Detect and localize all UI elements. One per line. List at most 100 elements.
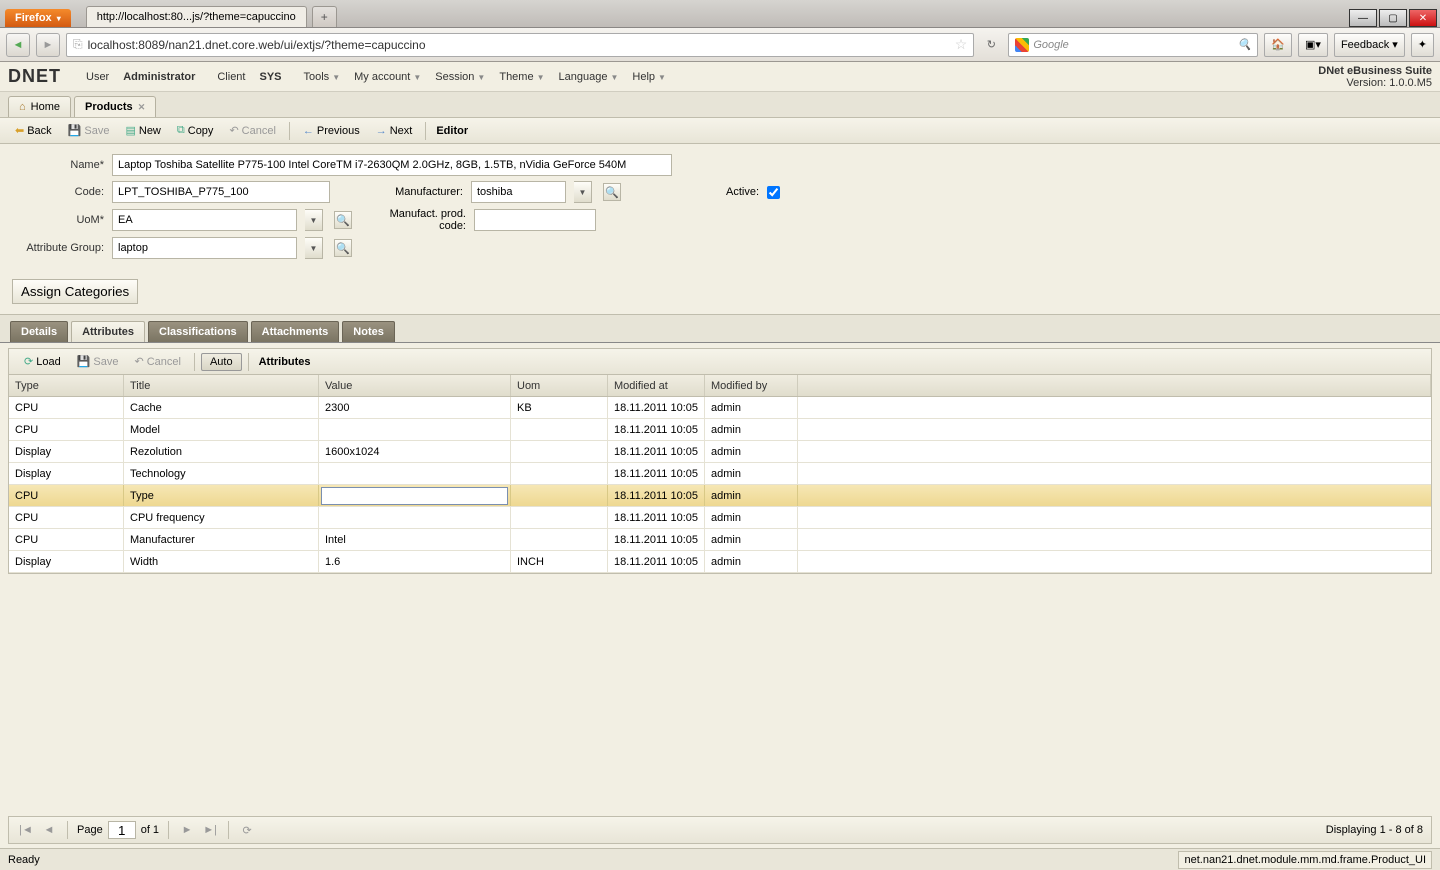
minimize-button[interactable]: — <box>1349 9 1377 27</box>
table-cell <box>511 419 608 440</box>
browser-tab[interactable]: http://localhost:80...js/?theme=capuccin… <box>86 6 307 27</box>
uom-lookup[interactable]: 🔍 <box>334 211 352 229</box>
next-button[interactable]: →Next <box>369 121 420 141</box>
bookmarks-button[interactable]: ▣▾ <box>1298 33 1328 57</box>
last-page-button[interactable]: ►| <box>201 821 219 839</box>
subtab-attachments[interactable]: Attachments <box>251 321 340 342</box>
menu-user-value[interactable]: Administrator <box>118 68 200 86</box>
subtab-classifications[interactable]: Classifications <box>148 321 248 342</box>
status-module: net.nan21.dnet.module.mm.md.frame.Produc… <box>1178 851 1432 869</box>
attrgrp-dropdown[interactable]: ▼ <box>305 237 323 259</box>
name-input[interactable] <box>112 154 672 176</box>
attrgrp-input[interactable] <box>112 237 297 259</box>
auto-button[interactable]: Auto <box>201 353 242 371</box>
google-icon <box>1015 38 1029 52</box>
table-cell: 18.11.2011 10:05 <box>608 463 705 484</box>
menu-language[interactable]: Language▼ <box>554 68 624 86</box>
page-input[interactable] <box>108 821 136 839</box>
next-page-button[interactable]: ► <box>178 821 196 839</box>
feedback-button[interactable]: Feedback ▾ <box>1334 33 1405 57</box>
page-of: of 1 <box>141 824 159 836</box>
mpc-input[interactable] <box>474 209 596 231</box>
table-row[interactable]: DisplayWidth1.6INCH18.11.2011 10:05admin <box>9 551 1431 573</box>
table-cell: Display <box>9 463 124 484</box>
cell-editor[interactable] <box>319 485 511 506</box>
uom-input[interactable] <box>112 209 297 231</box>
col-type[interactable]: Type <box>9 375 124 396</box>
col-value[interactable]: Value <box>319 375 511 396</box>
addon-button[interactable]: ✦ <box>1411 33 1434 57</box>
grid-save-button[interactable]: 💾Save <box>70 351 126 372</box>
table-row[interactable]: DisplayRezolution1600x102418.11.2011 10:… <box>9 441 1431 463</box>
menu-account[interactable]: My account▼ <box>349 68 426 86</box>
table-cell: admin <box>705 529 798 550</box>
refresh-button[interactable]: ⟳ <box>238 821 256 839</box>
tab-products[interactable]: Products✕ <box>74 96 156 117</box>
table-cell: admin <box>705 485 798 506</box>
copy-button[interactable]: ⧉Copy <box>170 120 221 141</box>
close-tab-icon[interactable]: ✕ <box>138 102 146 113</box>
grid-cancel-button[interactable]: ↶Cancel <box>127 351 187 372</box>
menu-tools[interactable]: Tools▼ <box>299 68 346 86</box>
tab-home[interactable]: ⌂Home <box>8 96 71 117</box>
subtab-attributes[interactable]: Attributes <box>71 321 145 342</box>
subtab-notes[interactable]: Notes <box>342 321 395 342</box>
app-header: DNET User Administrator Client SYS Tools… <box>0 62 1440 92</box>
table-row[interactable]: CPUType18.11.2011 10:05admin <box>9 485 1431 507</box>
table-row[interactable]: DisplayTechnology18.11.2011 10:05admin <box>9 463 1431 485</box>
back-button[interactable]: ⬅Back <box>8 120 59 141</box>
url-input[interactable]: ⎘ localhost:8089/nan21.dnet.core.web/ui/… <box>66 33 974 57</box>
table-cell: 18.11.2011 10:05 <box>608 419 705 440</box>
save-button[interactable]: 💾Save <box>61 120 117 141</box>
col-uom[interactable]: Uom <box>511 375 608 396</box>
forward-button[interactable]: ► <box>36 33 60 57</box>
search-icon[interactable]: 🔍 <box>1238 38 1252 51</box>
previous-button[interactable]: ←Previous <box>296 121 367 141</box>
table-cell: CPU <box>9 529 124 550</box>
table-cell: Manufacturer <box>124 529 319 550</box>
close-button[interactable]: ✕ <box>1409 9 1437 27</box>
home-icon: ⌂ <box>19 101 26 113</box>
table-row[interactable]: CPUCache2300KB18.11.2011 10:05admin <box>9 397 1431 419</box>
active-checkbox[interactable] <box>767 186 780 199</box>
col-title[interactable]: Title <box>124 375 319 396</box>
attrgrp-lookup[interactable]: 🔍 <box>334 239 352 257</box>
cell-input[interactable] <box>321 487 508 505</box>
menu-session[interactable]: Session▼ <box>430 68 490 86</box>
col-modified-at[interactable]: Modified at <box>608 375 705 396</box>
table-row[interactable]: CPUModel18.11.2011 10:05admin <box>9 419 1431 441</box>
table-cell: admin <box>705 419 798 440</box>
manufacturer-input[interactable] <box>471 181 566 203</box>
bookmark-star-icon[interactable]: ☆ <box>955 36 968 53</box>
back-button[interactable]: ◄ <box>6 33 30 57</box>
col-modified-by[interactable]: Modified by <box>705 375 798 396</box>
load-button[interactable]: ⟳Load <box>17 351 68 372</box>
uom-dropdown[interactable]: ▼ <box>305 209 323 231</box>
active-label: Active: <box>689 186 759 198</box>
subtab-details[interactable]: Details <box>10 321 68 342</box>
manufacturer-dropdown[interactable]: ▼ <box>574 181 592 203</box>
manufacturer-lookup[interactable]: 🔍 <box>603 183 621 201</box>
menu-theme[interactable]: Theme▼ <box>494 68 549 86</box>
table-row[interactable]: CPUCPU frequency18.11.2011 10:05admin <box>9 507 1431 529</box>
search-placeholder: Google <box>1033 39 1068 51</box>
table-row[interactable]: CPUManufacturerIntel18.11.2011 10:05admi… <box>9 529 1431 551</box>
site-icon: ⎘ <box>73 37 83 52</box>
assign-categories-button[interactable]: Assign Categories <box>12 279 138 304</box>
search-input[interactable]: Google 🔍 <box>1008 33 1258 57</box>
home-button[interactable]: 🏠 <box>1264 33 1292 57</box>
name-label: Name* <box>12 159 104 171</box>
maximize-button[interactable]: ▢ <box>1379 9 1407 27</box>
menu-help[interactable]: Help▼ <box>627 68 671 86</box>
cancel-button[interactable]: ↶Cancel <box>222 120 282 141</box>
first-page-button[interactable]: |◄ <box>17 821 35 839</box>
copy-icon: ⧉ <box>177 124 185 137</box>
firefox-menu-button[interactable]: Firefox <box>5 9 71 27</box>
new-tab-button[interactable]: + <box>312 6 337 27</box>
new-button[interactable]: ▤New <box>118 120 167 141</box>
code-input[interactable] <box>112 181 330 203</box>
menu-client-value[interactable]: SYS <box>254 68 286 86</box>
prev-page-button[interactable]: ◄ <box>40 821 58 839</box>
table-cell: 18.11.2011 10:05 <box>608 397 705 418</box>
reload-button[interactable]: ↻ <box>980 34 1002 56</box>
